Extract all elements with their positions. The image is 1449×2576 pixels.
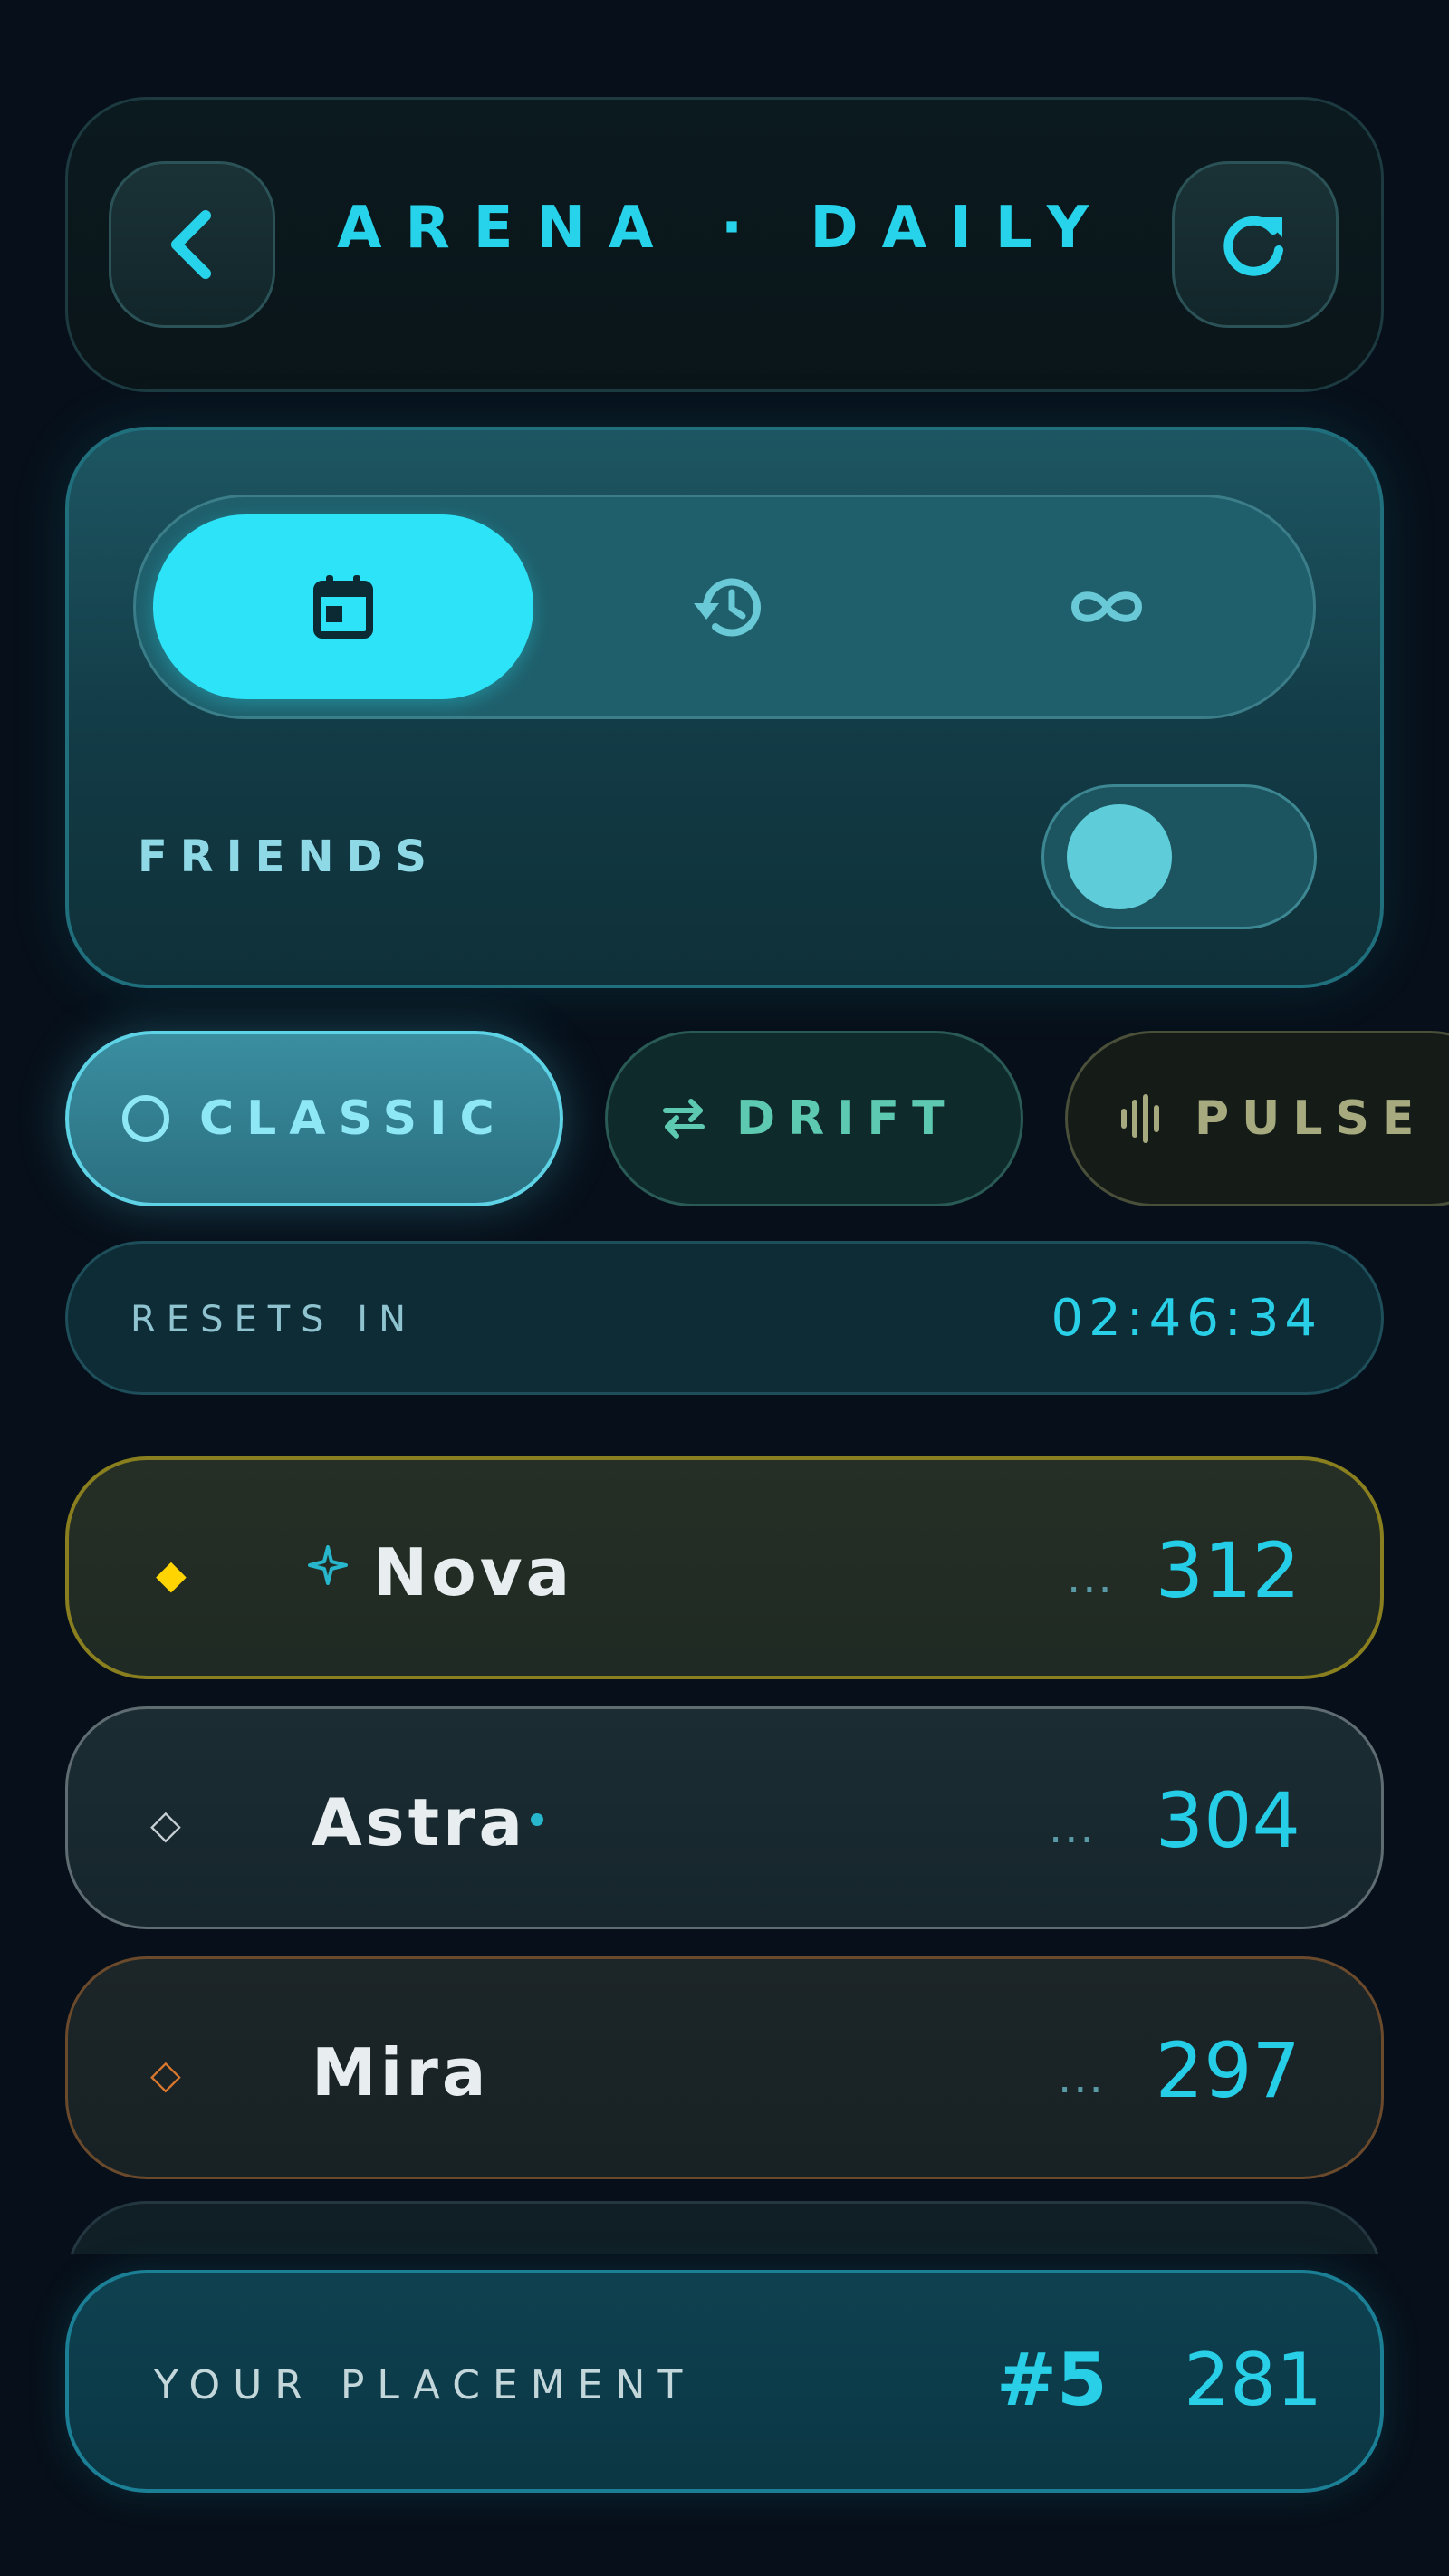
history-icon xyxy=(694,578,761,637)
bronze-rank-icon: ◇ xyxy=(150,2052,181,2098)
placement-label: YOUR PLACEMENT xyxy=(154,2362,696,2408)
tab-daily[interactable] xyxy=(153,514,533,699)
refresh-icon xyxy=(1223,216,1283,276)
tab-history[interactable] xyxy=(534,514,915,699)
page-title: ARENA · DAILY xyxy=(336,195,1113,262)
player-name: Astra xyxy=(312,1784,527,1860)
mode-label-drift: DRIFT xyxy=(736,1091,957,1146)
player-score: 312 xyxy=(1155,1526,1300,1615)
placement-rank: #5 xyxy=(996,2338,1108,2422)
refresh-button[interactable] xyxy=(1172,161,1339,328)
player-score: 297 xyxy=(1155,2026,1300,2115)
silver-rank-icon: ◇ xyxy=(150,1802,181,1848)
more-indicator: ... xyxy=(1049,1802,1096,1853)
player-name: Nova xyxy=(373,1534,574,1610)
waveform-icon xyxy=(1121,1094,1159,1143)
placement-score: 281 xyxy=(1184,2338,1322,2422)
mode-label-classic: CLASSIC xyxy=(199,1091,507,1146)
player-name: Mira xyxy=(312,2034,490,2110)
more-indicator: ... xyxy=(1067,1552,1114,1603)
mode-chip-classic[interactable]: CLASSIC xyxy=(65,1031,563,1206)
calendar-icon xyxy=(313,575,373,639)
infinity-icon xyxy=(1070,591,1143,622)
player-score: 304 xyxy=(1155,1776,1300,1865)
friends-label: FRIENDS xyxy=(138,831,439,882)
sparkle-icon xyxy=(308,1545,348,1585)
mode-chip-drift[interactable]: DRIFT xyxy=(605,1031,1023,1206)
more-indicator: ... xyxy=(1058,2052,1105,2103)
mode-label-pulse: PULSE xyxy=(1195,1091,1427,1146)
resets-label: RESETS IN xyxy=(130,1299,417,1341)
toggle-knob[interactable] xyxy=(1067,804,1172,909)
tab-all-time[interactable] xyxy=(916,514,1297,699)
chevron-left-icon xyxy=(171,210,211,279)
gold-rank-icon: ◆ xyxy=(156,1552,187,1598)
back-button[interactable] xyxy=(109,161,275,328)
countdown-timer: 02:46:34 xyxy=(1051,1289,1322,1348)
status-dot xyxy=(531,1813,543,1826)
mode-chip-pulse[interactable]: PULSE xyxy=(1065,1031,1449,1206)
swap-arrows-icon xyxy=(663,1099,705,1139)
circle-icon xyxy=(122,1095,169,1142)
